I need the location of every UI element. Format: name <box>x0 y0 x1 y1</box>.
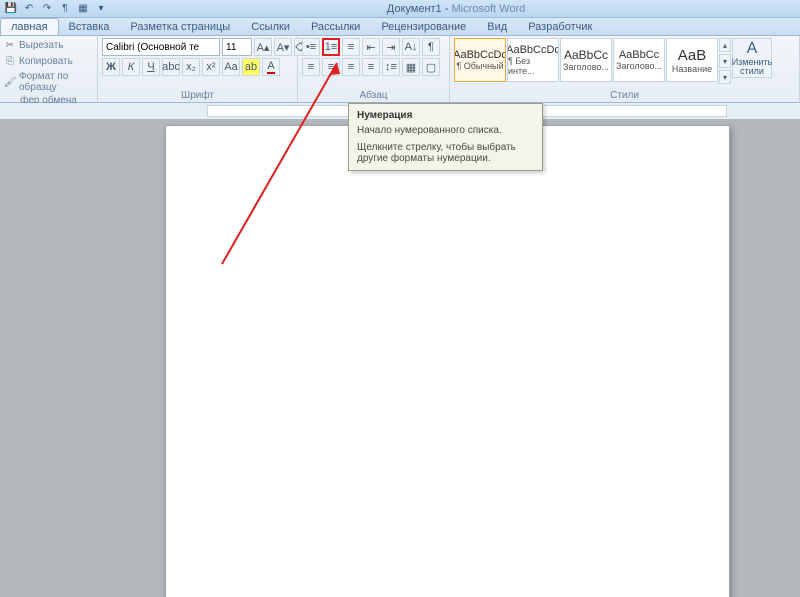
justify-button[interactable]: ≡ <box>362 58 380 76</box>
multilevel-button[interactable]: ≡ <box>342 38 360 56</box>
app-name: Microsoft Word <box>451 3 525 15</box>
style-title[interactable]: АаВ Название <box>666 38 718 82</box>
align-center-button[interactable]: ≡ <box>322 58 340 76</box>
show-marks-button[interactable]: ¶ <box>422 38 440 56</box>
quick-access-toolbar: 💾 ↶ ↷ ¶ ▦ ▾ <box>0 2 112 16</box>
ribbon: ✂Вырезать ⎘Копировать 🖌Формат по образцу… <box>0 36 800 103</box>
tab-mailings[interactable]: Рассылки <box>301 19 371 35</box>
format-painter-button[interactable]: 🖌Формат по образцу <box>4 70 93 94</box>
strike-button[interactable]: abc <box>162 58 180 76</box>
tab-home[interactable]: лавная <box>0 18 59 35</box>
font-name-combo[interactable]: Calibri (Основной те <box>102 38 220 56</box>
ribbon-tabs: лавная Вставка Разметка страницы Ссылки … <box>0 18 800 36</box>
title-bar: 💾 ↶ ↷ ¶ ▦ ▾ Документ1 - Microsoft Word <box>0 0 800 18</box>
tab-view[interactable]: Вид <box>477 19 518 35</box>
undo-icon[interactable]: ↶ <box>22 2 36 16</box>
change-styles-icon: A <box>747 40 758 58</box>
bold-button[interactable]: Ж <box>102 58 120 76</box>
superscript-button[interactable]: x² <box>202 58 220 76</box>
align-left-button[interactable]: ≡ <box>302 58 320 76</box>
italic-button[interactable]: К <box>122 58 140 76</box>
line-spacing-button[interactable]: ↕≡ <box>382 58 400 76</box>
font-size-combo[interactable]: 11 <box>222 38 252 56</box>
scissors-icon: ✂ <box>4 39 16 51</box>
style-no-spacing[interactable]: AaBbCcDc ¶ Без инте... <box>507 38 559 82</box>
group-label-paragraph: Абзац <box>302 89 445 102</box>
font-color-button[interactable]: A <box>262 58 280 76</box>
group-font: Calibri (Основной те 11 A▴ A▾ ⌫ Ж К Ч ab… <box>98 36 298 102</box>
sort-button[interactable]: A↓ <box>402 38 420 56</box>
tab-layout[interactable]: Разметка страницы <box>120 19 241 35</box>
grow-font-button[interactable]: A▴ <box>254 38 272 56</box>
window-title: Документ1 - Microsoft Word <box>112 3 800 15</box>
group-label-styles: Стили <box>454 89 795 102</box>
bullets-button[interactable]: •≡ <box>302 38 320 56</box>
tab-insert[interactable]: Вставка <box>59 19 121 35</box>
qat-more-icon[interactable]: ▾ <box>94 2 108 16</box>
cut-button[interactable]: ✂Вырезать <box>4 38 63 52</box>
tooltip-hint: Щелкните стрелку, чтобы выбрать другие ф… <box>357 142 534 164</box>
styles-more[interactable]: ▾ <box>719 70 731 84</box>
borders-button[interactable]: ▢ <box>422 58 440 76</box>
group-label-font: Шрифт <box>102 89 293 102</box>
tab-developer[interactable]: Разработчик <box>518 19 603 35</box>
align-right-button[interactable]: ≡ <box>342 58 360 76</box>
doc-name: Документ1 <box>387 3 442 15</box>
style-heading2[interactable]: AaBbCc Заголово... <box>613 38 665 82</box>
brush-icon: 🖌 <box>4 76 16 88</box>
numbering-tooltip: Нумерация Начало нумерованного списка. Щ… <box>348 103 543 171</box>
style-normal[interactable]: AaBbCcDc ¶ Обычный <box>454 38 506 82</box>
numbering-button[interactable]: 1≡ <box>322 38 340 56</box>
tooltip-title: Нумерация <box>357 110 534 121</box>
shading-button[interactable]: ▦ <box>402 58 420 76</box>
styles-scroll-down[interactable]: ▾ <box>719 54 731 68</box>
group-styles: AaBbCcDc ¶ Обычный AaBbCcDc ¶ Без инте..… <box>450 36 800 102</box>
decrease-indent-button[interactable]: ⇤ <box>362 38 380 56</box>
save-icon[interactable]: 💾 <box>4 2 18 16</box>
group-paragraph: •≡ 1≡ ≡ ⇤ ⇥ A↓ ¶ ≡ ≡ ≡ ≡ ↕≡ ▦ ▢ Абзац <box>298 36 450 102</box>
copy-button[interactable]: ⎘Копировать <box>4 54 73 68</box>
style-heading1[interactable]: AaBbCс Заголово... <box>560 38 612 82</box>
increase-indent-button[interactable]: ⇥ <box>382 38 400 56</box>
highlight-button[interactable]: ab <box>242 58 260 76</box>
copy-icon: ⎘ <box>4 55 16 67</box>
change-styles-button[interactable]: A Изменить стили <box>732 38 772 78</box>
underline-button[interactable]: Ч <box>142 58 160 76</box>
group-clipboard: ✂Вырезать ⎘Копировать 🖌Формат по образцу… <box>0 36 98 102</box>
subscript-button[interactable]: x₂ <box>182 58 200 76</box>
redo-icon[interactable]: ↷ <box>40 2 54 16</box>
tab-references[interactable]: Ссылки <box>241 19 301 35</box>
document-workspace <box>0 119 800 597</box>
styles-scroll-up[interactable]: ▴ <box>719 38 731 52</box>
qat-btn[interactable]: ▦ <box>76 2 90 16</box>
tab-review[interactable]: Рецензирование <box>371 19 477 35</box>
shrink-font-button[interactable]: A▾ <box>274 38 292 56</box>
tooltip-description: Начало нумерованного списка. <box>357 125 534 136</box>
document-page[interactable] <box>165 125 730 597</box>
qat-btn[interactable]: ¶ <box>58 2 72 16</box>
case-button[interactable]: Aa <box>222 58 240 76</box>
